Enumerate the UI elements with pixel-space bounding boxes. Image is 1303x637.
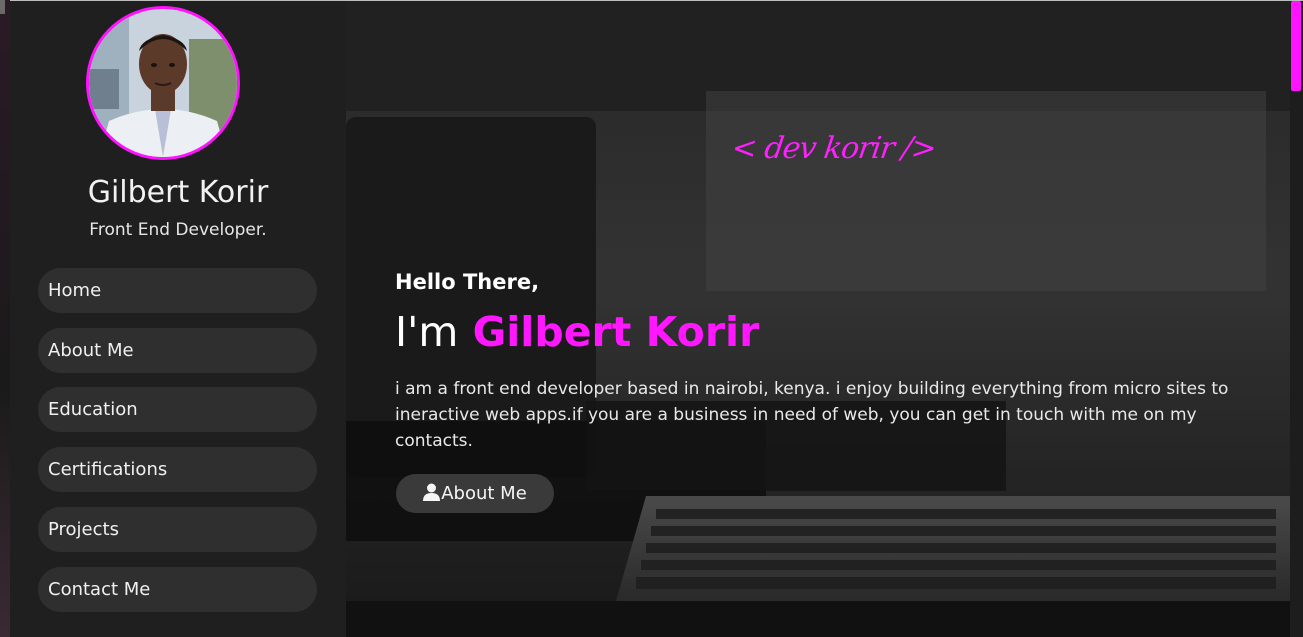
profile-role: Front End Developer. [89, 220, 267, 240]
hero-headline: I'm Gilbert Korir [395, 308, 759, 356]
nav-item-education[interactable]: Education [38, 387, 317, 432]
scrollbar-thumb[interactable] [1291, 1, 1301, 91]
nav-item-certifications[interactable]: Certifications [38, 447, 317, 492]
nav-item-home[interactable]: Home [38, 268, 317, 313]
scrollbar[interactable] [1290, 1, 1303, 637]
profile-name: Gilbert Korir [87, 175, 269, 210]
headline-prefix: I'm [395, 308, 459, 356]
hero-bio: i am a front end developer based in nair… [395, 379, 1229, 451]
nav-item-contact-me[interactable]: Contact Me [38, 567, 317, 612]
hero-greeting: Hello There, [395, 270, 540, 294]
headline-name: Gilbert Korir [472, 308, 760, 356]
about-me-button[interactable]: About Me [396, 474, 554, 513]
left-edge-strip [0, 0, 10, 637]
nav-item-about-me[interactable]: About Me [38, 328, 317, 373]
sidebar: Gilbert Korir Front End Developer. Home … [10, 1, 346, 637]
nav-item-projects[interactable]: Projects [38, 507, 317, 552]
avatar [86, 6, 240, 160]
user-icon [423, 476, 441, 515]
hero-section: < dev korir /> Hello There, I'm Gilbert … [346, 1, 1290, 637]
about-me-button-label: About Me [441, 483, 527, 504]
logo-tag: < dev korir /> [729, 131, 938, 166]
